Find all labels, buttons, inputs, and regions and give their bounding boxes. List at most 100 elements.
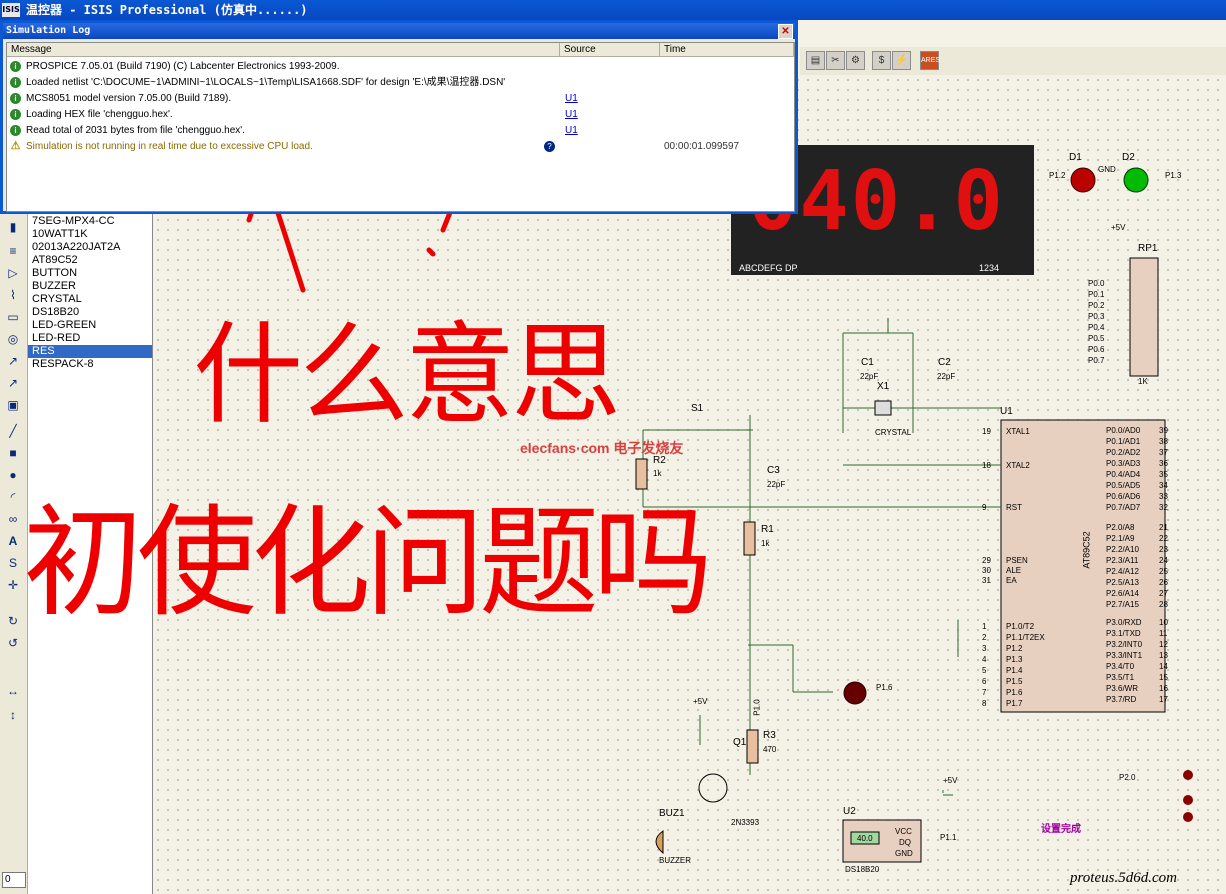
col-source-header[interactable]: Source xyxy=(560,43,660,57)
device-list-item[interactable]: BUZZER xyxy=(28,280,152,293)
probe-icon[interactable]: ↗ xyxy=(4,353,22,369)
device-list-item[interactable]: AT89C52 xyxy=(28,254,152,267)
toolbar-copy-icon[interactable]: ▤ xyxy=(806,51,825,70)
u1-pin-name: P0.6/AD6 xyxy=(1106,492,1141,501)
terminal-icon[interactable]: ▷ xyxy=(4,265,22,281)
log-row[interactable]: i Loading HEX file 'chengguo.hex'. U1 xyxy=(7,107,794,122)
u1-pin-name: P1.0/T2 xyxy=(1006,622,1035,631)
u1-pin-number: 23 xyxy=(1159,545,1168,554)
tape-icon[interactable]: ▭ xyxy=(4,309,22,325)
u1-pin-number: 31 xyxy=(982,576,991,585)
circle-icon[interactable]: ● xyxy=(4,467,22,483)
device-list-item[interactable]: BUTTON xyxy=(28,267,152,280)
annotation-line2: 初使化问题吗 xyxy=(23,494,713,633)
u1-pin-name: P2.5/A13 xyxy=(1106,578,1139,587)
col-time-header[interactable]: Time xyxy=(660,43,794,57)
toolbar-cut-icon[interactable]: ✂ xyxy=(826,51,845,70)
u1-pin-name: P0.1/AD1 xyxy=(1106,437,1141,446)
u1-pin-number: 21 xyxy=(1159,523,1168,532)
segments-label: ABCDEFG DP xyxy=(739,263,798,273)
u1-pin-name: P2.2/A10 xyxy=(1106,545,1139,554)
u1-pin-name: P2.0/A8 xyxy=(1106,523,1135,532)
led-d1 xyxy=(1070,167,1096,193)
col-message-header[interactable]: Message xyxy=(7,43,560,57)
u1-pin-name: XTAL2 xyxy=(1006,461,1030,470)
device-list-item[interactable]: RESPACK-8 xyxy=(28,358,152,371)
log-row[interactable]: i Read total of 2031 bytes from file 'che… xyxy=(7,123,794,138)
instrument-icon[interactable]: ▣ xyxy=(4,397,22,413)
help-icon[interactable]: ? xyxy=(544,141,555,152)
mirror-y-icon[interactable]: ↕ xyxy=(4,707,22,723)
r1-value: 1k xyxy=(761,539,770,548)
u1-pin-number: 28 xyxy=(1159,600,1168,609)
u1-pin-name: P3.7/RD xyxy=(1106,695,1137,704)
toolbar-bom-icon[interactable]: $ xyxy=(872,51,891,70)
rotation-field[interactable]: 0 xyxy=(2,872,26,888)
log-row[interactable]: ⚠ Simulation is not running in real time … xyxy=(7,139,794,154)
marker-icon[interactable]: ✛ xyxy=(4,577,22,593)
buzzer-label: BUZZER xyxy=(659,856,691,865)
device-list-item[interactable]: LED-RED xyxy=(28,332,152,345)
toolbar-robot-icon[interactable]: ⚙ xyxy=(846,51,865,70)
device-list-item[interactable]: 02013A220JAT2A xyxy=(28,241,152,254)
device-list-item[interactable]: 7SEG-MPX4-CC xyxy=(28,215,152,228)
log-row[interactable]: i PROSPICE 7.05.01 (Build 7190) (C) Labce… xyxy=(7,59,794,74)
arc-icon[interactable]: ◜ xyxy=(4,489,22,505)
digit-label: 1234 xyxy=(979,263,1000,273)
simulation-log-window: Simulation Log ✕ Message Source Time i PR… xyxy=(0,20,798,214)
u1-pin-number: 18 xyxy=(982,461,991,470)
device-list-item[interactable]: LED-GREEN xyxy=(28,319,152,332)
p13-label: P1.3 xyxy=(1165,171,1182,180)
component-mode-icon[interactable]: ▮ xyxy=(4,219,22,235)
toolbar-ares-icon[interactable]: ARES xyxy=(920,51,940,70)
rp1-pin-label: P0.6 xyxy=(1088,345,1105,354)
u2-vcc: VCC xyxy=(895,827,912,836)
line-icon[interactable]: ╱ xyxy=(4,423,22,439)
c3-value: 22pF xyxy=(767,480,786,489)
c2-value: 22pF xyxy=(937,372,956,381)
u2-vcc5: +5V xyxy=(943,776,958,785)
p16-label: P1.6 xyxy=(876,683,893,692)
gnd-label: GND xyxy=(1098,165,1116,174)
device-list-item[interactable]: DS18B20 xyxy=(28,306,152,319)
text-icon[interactable]: A xyxy=(4,533,22,549)
rotate-ccw-icon[interactable]: ↺ xyxy=(4,635,22,651)
u1-pin-number: 22 xyxy=(1159,534,1168,543)
annotation-line1: 什么意思 xyxy=(193,311,621,439)
symbol-icon[interactable]: S xyxy=(4,555,22,571)
log-source-link[interactable]: U1 xyxy=(565,123,578,138)
log-row[interactable]: i MCS8051 model version 7.05.00 (Build 71… xyxy=(7,91,794,106)
log-source-link[interactable]: U1 xyxy=(565,91,578,106)
u2-gnd: GND xyxy=(895,849,913,858)
junction-icon[interactable]: ≡ xyxy=(4,243,22,259)
path-icon[interactable]: ∞ xyxy=(4,511,22,527)
u1-pin-number: 30 xyxy=(982,566,991,575)
current-probe-icon[interactable]: ↗ xyxy=(4,375,22,391)
graph-icon[interactable]: ⌇ xyxy=(4,287,22,303)
device-list-item[interactable]: RES xyxy=(28,345,152,358)
u1-pin-name: P0.3/AD3 xyxy=(1106,459,1141,468)
log-row[interactable]: i Loaded netlist 'C:\DOCUME~1\ADMINI~1\LO… xyxy=(7,75,794,90)
toolbar-check-icon[interactable]: ⚡ xyxy=(892,51,911,70)
u1-pin-number: 39 xyxy=(1159,426,1168,435)
u1-pin-name: P2.1/A9 xyxy=(1106,534,1135,543)
u1-pin-name: P0.7/AD7 xyxy=(1106,503,1141,512)
close-icon[interactable]: ✕ xyxy=(778,24,793,39)
u1-pin-number: 34 xyxy=(1159,481,1168,490)
u1-pin-number: 17 xyxy=(1159,695,1168,704)
box-icon[interactable]: ■ xyxy=(4,445,22,461)
device-list-item[interactable]: CRYSTAL xyxy=(28,293,152,306)
c2-label: C2 xyxy=(938,357,951,368)
site-watermark: proteus.5d6d.com xyxy=(1070,870,1177,886)
resistor-r3 xyxy=(746,729,759,764)
u1-pin-number: 13 xyxy=(1159,651,1168,660)
mirror-x-icon[interactable]: ↔ xyxy=(4,683,22,699)
generator-icon[interactable]: ◎ xyxy=(4,331,22,347)
u1-pin-name: P3.4/T0 xyxy=(1106,662,1135,671)
log-source-link[interactable]: U1 xyxy=(565,107,578,122)
rotate-cw-icon[interactable]: ↻ xyxy=(4,613,22,629)
u1-pin-name: P2.7/A15 xyxy=(1106,600,1139,609)
info-icon: i xyxy=(10,109,21,120)
device-list-item[interactable]: 10WATT1K xyxy=(28,228,152,241)
p12-label: P1.2 xyxy=(1049,171,1066,180)
